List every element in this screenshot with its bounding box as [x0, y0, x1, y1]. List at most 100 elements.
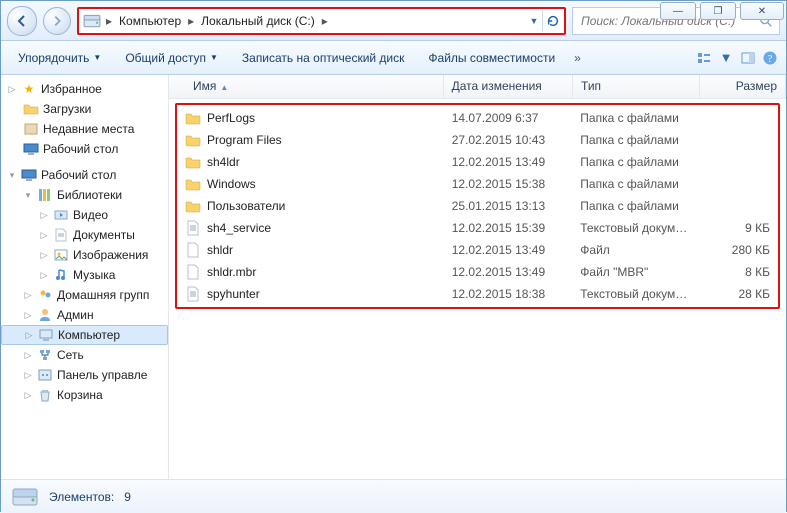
tree-network[interactable]: ▷Сеть — [1, 345, 168, 365]
organize-label: Упорядочить — [18, 51, 89, 65]
compat-label: Файлы совместимости — [428, 51, 555, 65]
recent-icon — [23, 121, 39, 137]
column-headers: Имя▲ Дата изменения Тип Размер — [169, 75, 786, 99]
text-icon — [185, 220, 201, 236]
file-size: 280 КБ — [699, 243, 778, 257]
help-button[interactable]: ? — [762, 50, 778, 66]
file-type: Папка с файлами — [572, 177, 699, 191]
file-name: sh4_service — [207, 221, 271, 235]
file-name: shldr — [207, 243, 233, 257]
file-name: spyhunter — [207, 287, 260, 301]
breadcrumb-seg-0[interactable]: Компьютер — [115, 9, 185, 33]
organize-menu[interactable]: Упорядочить▼ — [9, 46, 110, 70]
file-date: 25.01.2015 13:13 — [444, 199, 573, 213]
file-type: Папка с файлами — [572, 155, 699, 169]
file-row[interactable]: Пользователи25.01.2015 13:13Папка с файл… — [177, 195, 778, 217]
minimize-icon: — — [673, 6, 683, 17]
status-count: 9 — [124, 490, 131, 504]
breadcrumb-sep-icon: ▸ — [185, 14, 197, 28]
tree-music[interactable]: ▷Музыка — [1, 265, 168, 285]
nav-forward-button[interactable] — [43, 7, 71, 35]
tree-videos[interactable]: ▷Видео — [1, 205, 168, 225]
file-type: Текстовый докум… — [572, 221, 699, 235]
breadcrumb-sep-icon: ▸ — [319, 14, 331, 28]
breadcrumb-seg-1[interactable]: Локальный диск (C:) — [197, 9, 319, 33]
file-date: 12.02.2015 13:49 — [444, 265, 573, 279]
tree-recycle-bin[interactable]: ▷Корзина — [1, 385, 168, 405]
maximize-button[interactable]: ❐ — [700, 2, 736, 20]
file-name: shldr.mbr — [207, 265, 256, 279]
star-icon: ★ — [21, 81, 37, 97]
control-panel-icon — [37, 367, 53, 383]
folder-icon — [185, 132, 201, 148]
tree-admin[interactable]: ▷Админ — [1, 305, 168, 325]
file-icon — [185, 264, 201, 280]
tree-desktop[interactable]: ▾Рабочий стол — [1, 165, 168, 185]
computer-icon — [38, 327, 54, 343]
tree-libraries[interactable]: ▾Библиотеки — [1, 185, 168, 205]
close-button[interactable]: ✕ — [740, 2, 784, 20]
address-history-dropdown[interactable]: ▼ — [526, 16, 542, 26]
column-size[interactable]: Размер — [700, 75, 786, 98]
nav-back-button[interactable] — [7, 6, 37, 36]
column-date[interactable]: Дата изменения — [444, 75, 573, 98]
file-name: Пользователи — [207, 199, 285, 213]
column-type[interactable]: Тип — [573, 75, 700, 98]
file-icon — [185, 242, 201, 258]
desktop-icon — [21, 167, 37, 183]
refresh-icon — [546, 14, 560, 28]
tree-computer[interactable]: ▷Компьютер — [1, 325, 168, 345]
file-size: 8 КБ — [699, 265, 778, 279]
pictures-icon — [53, 247, 69, 263]
file-row[interactable]: sh4_service 12.02.2015 15:39Текстовый док… — [177, 217, 778, 239]
tree-pictures[interactable]: ▷Изображения — [1, 245, 168, 265]
preview-pane-button[interactable] — [740, 50, 756, 66]
homegroup-icon — [37, 287, 53, 303]
file-row[interactable]: shldr12.02.2015 13:49Файл280 КБ — [177, 239, 778, 261]
video-icon — [53, 207, 69, 223]
view-options-dropdown[interactable]: ▼ — [718, 50, 734, 66]
file-name: Windows — [207, 177, 256, 191]
file-type: Папка с файлами — [572, 133, 699, 147]
folder-icon — [185, 110, 201, 126]
text-icon — [185, 286, 201, 302]
file-date: 12.02.2015 15:38 — [444, 177, 573, 191]
file-rows: PerfLogs14.07.2009 6:37Папка с файламиPr… — [175, 103, 780, 309]
network-icon — [37, 347, 53, 363]
column-name[interactable]: Имя▲ — [169, 75, 444, 98]
file-date: 12.02.2015 15:39 — [444, 221, 573, 235]
refresh-button[interactable] — [542, 11, 562, 31]
tree-homegroup[interactable]: ▷Домашняя групп — [1, 285, 168, 305]
tree-favorites[interactable]: ▷★Избранное — [1, 79, 168, 99]
file-row[interactable]: shldr.mbr12.02.2015 13:49Файл "MBR"8 КБ — [177, 261, 778, 283]
view-icon — [696, 50, 712, 66]
nav-tree[interactable]: ▷★Избранное Загрузки Недавние места Рабо… — [1, 75, 169, 479]
minimize-button[interactable]: — — [660, 2, 696, 20]
tree-documents[interactable]: ▷Документы — [1, 225, 168, 245]
tree-recent[interactable]: Недавние места — [1, 119, 168, 139]
folder-icon — [185, 198, 201, 214]
tree-control-panel[interactable]: ▷Панель управле — [1, 365, 168, 385]
window-controls: — ❐ ✕ — [658, 0, 786, 22]
address-bar[interactable]: ▸ Компьютер ▸ Локальный диск (C:) ▸ ▼ — [77, 7, 566, 35]
help-icon: ? — [762, 50, 778, 66]
file-row[interactable]: Windows 12.02.2015 15:38Папка с файлами — [177, 173, 778, 195]
tree-downloads[interactable]: Загрузки — [1, 99, 168, 119]
file-row[interactable]: spyhunter12.02.2015 18:38Текстовый докум… — [177, 283, 778, 305]
file-row[interactable]: sh4ldr12.02.2015 13:49Папка с файлами — [177, 151, 778, 173]
file-row[interactable]: PerfLogs14.07.2009 6:37Папка с файлами — [177, 107, 778, 129]
file-date: 14.07.2009 6:37 — [444, 111, 573, 125]
burn-label: Записать на оптический диск — [242, 51, 405, 65]
file-date: 27.02.2015 10:43 — [444, 133, 573, 147]
status-bar: Элементов: 9 — [1, 479, 786, 513]
overflow-chevrons-icon[interactable]: » — [570, 51, 585, 65]
share-menu[interactable]: Общий доступ▼ — [116, 46, 227, 70]
file-row[interactable]: Program Files27.02.2015 10:43Папка с фай… — [177, 129, 778, 151]
maximize-icon: ❐ — [714, 6, 723, 17]
file-type: Папка с файлами — [572, 111, 699, 125]
tree-desktop-fav[interactable]: Рабочий стол — [1, 139, 168, 159]
compat-button[interactable]: Файлы совместимости — [419, 46, 564, 70]
burn-button[interactable]: Записать на оптический диск — [233, 46, 414, 70]
status-label: Элементов: — [49, 490, 114, 504]
view-options-button[interactable] — [696, 50, 712, 66]
